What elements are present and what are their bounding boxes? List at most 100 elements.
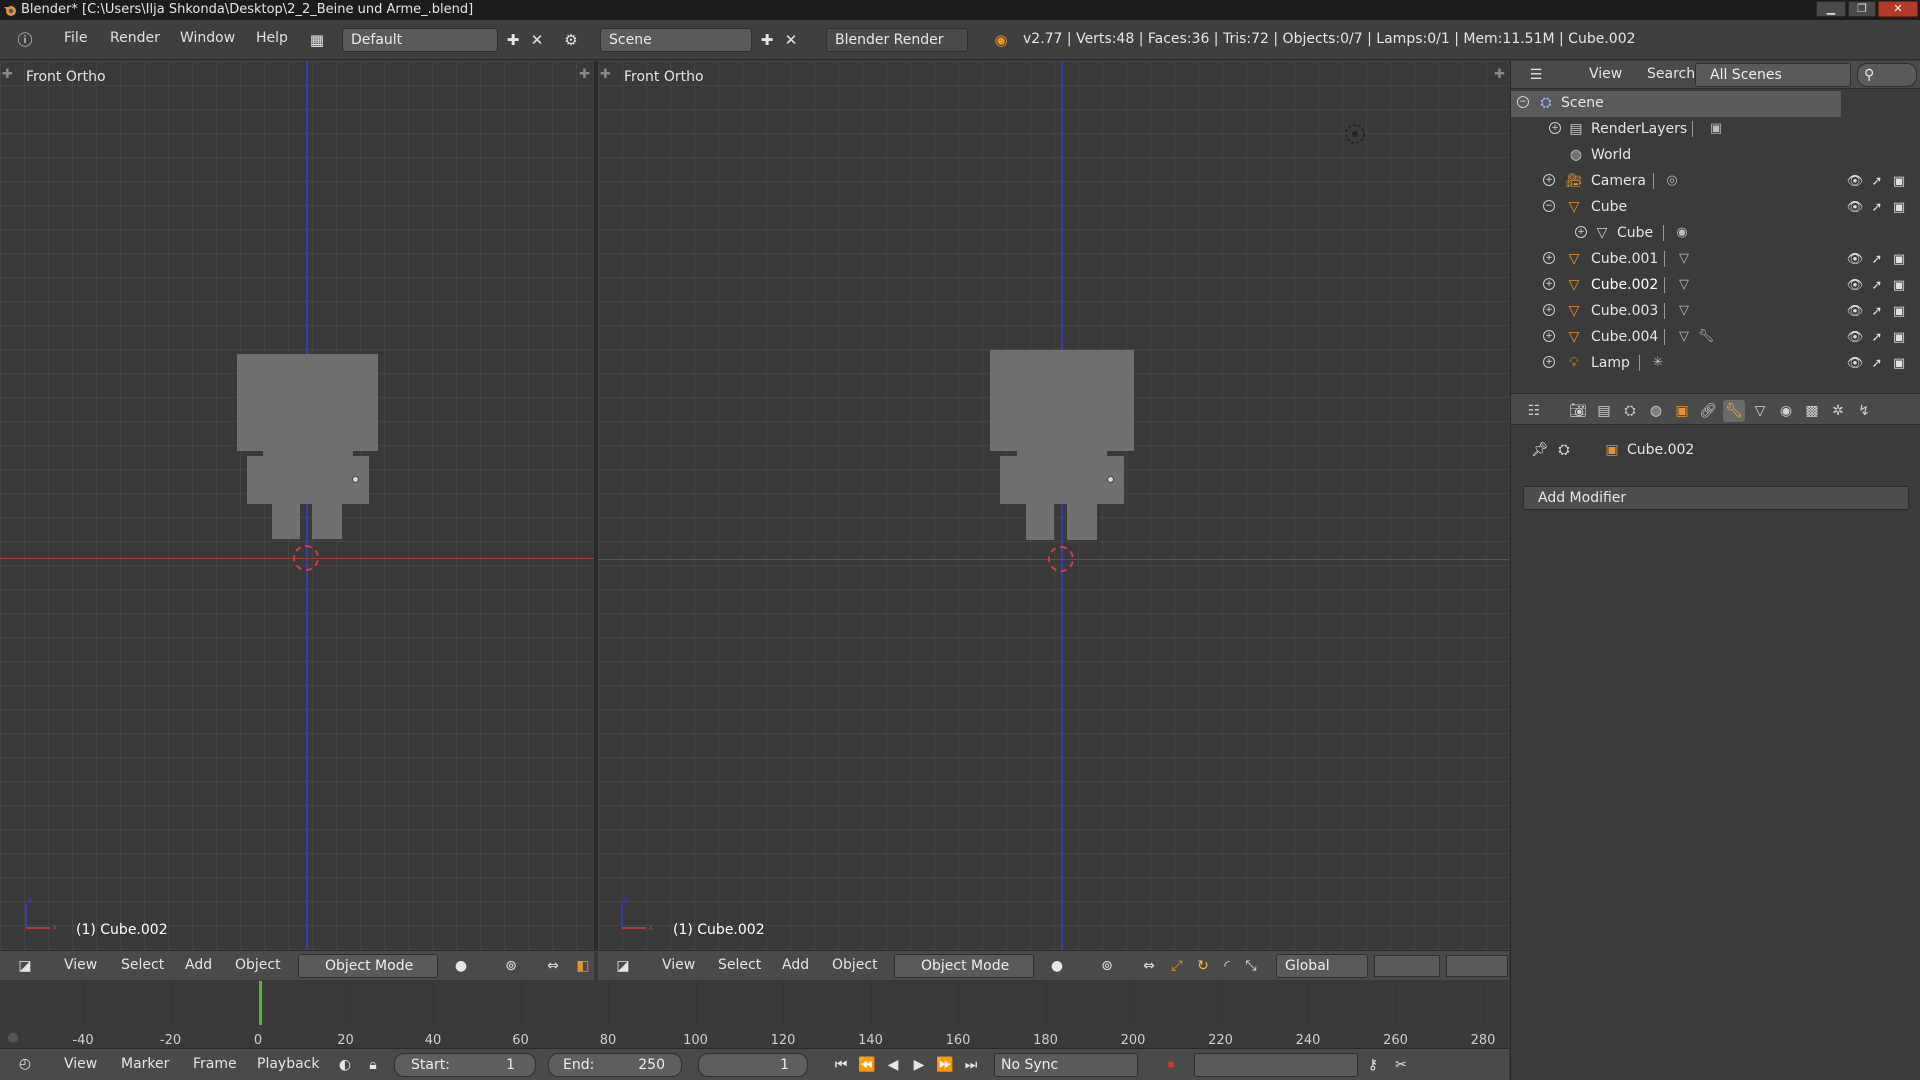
- render-engine-dropdown[interactable]: Blender Render: [826, 28, 968, 52]
- texture-tab-icon[interactable]: ▩: [1801, 400, 1823, 422]
- menu-file[interactable]: File: [64, 30, 87, 46]
- modifiers-tab-icon[interactable]: 🔧︎: [1723, 400, 1745, 422]
- outliner-search-field[interactable]: ⚲: [1857, 63, 1917, 87]
- outliner-item-camera[interactable]: + 🎥︎ Camera ◎: [1511, 169, 1841, 195]
- menu-view[interactable]: View: [64, 1056, 97, 1072]
- menu-view[interactable]: View: [64, 957, 97, 973]
- pivot-point-icon[interactable]: ⊚: [1096, 955, 1118, 977]
- outliner-item-world[interactable]: ◍ World: [1511, 143, 1841, 169]
- menu-search[interactable]: Search: [1647, 66, 1695, 82]
- menu-render[interactable]: Render: [110, 30, 160, 46]
- menu-object[interactable]: Object: [235, 957, 281, 973]
- outliner-item-cube-002[interactable]: + ▽ Cube.002 ▽: [1511, 273, 1841, 299]
- corner-expand-icon[interactable]: ✚: [579, 67, 590, 82]
- outliner-item-cube-004[interactable]: + ▽ Cube.004 ▽ 🔧︎: [1511, 325, 1841, 351]
- renderlayers-tab-icon[interactable]: ▤: [1593, 400, 1615, 422]
- end-frame-field[interactable]: End: 250: [548, 1053, 682, 1077]
- cursor-select-icon[interactable]: ➚: [1867, 250, 1887, 270]
- corner-expand-icon[interactable]: ✚: [600, 67, 611, 82]
- cursor-select-icon[interactable]: ➚: [1867, 198, 1887, 218]
- leg-left-block[interactable]: [1026, 504, 1054, 540]
- expand-icon[interactable]: +: [1543, 252, 1555, 264]
- record-icon[interactable]: ⏺: [1160, 1054, 1182, 1076]
- current-frame-field[interactable]: 1: [698, 1053, 808, 1077]
- head-block[interactable]: [237, 354, 378, 451]
- corner-expand-icon[interactable]: ✚: [2, 67, 13, 82]
- menu-select[interactable]: Select: [718, 957, 761, 973]
- outliner-item-scene[interactable]: − ⛭ Scene: [1511, 91, 1841, 117]
- expand-icon[interactable]: +: [1543, 278, 1555, 290]
- neck-block[interactable]: [1017, 451, 1107, 461]
- layer-toggle-icon[interactable]: ◧: [572, 955, 594, 977]
- screen-layout-field[interactable]: Default: [342, 28, 498, 52]
- layers-grid-b[interactable]: [1446, 955, 1508, 977]
- expand-icon[interactable]: +: [1543, 304, 1555, 316]
- eye-icon[interactable]: 👁︎: [1845, 354, 1865, 374]
- neck-block[interactable]: [263, 451, 353, 461]
- menu-select[interactable]: Select: [121, 957, 164, 973]
- collapse-icon[interactable]: −: [1543, 200, 1555, 212]
- render-toggle-icon[interactable]: ▣: [1889, 354, 1909, 374]
- render-toggle-icon[interactable]: ▣: [1889, 250, 1909, 270]
- manipulator-icon[interactable]: ⇔: [1138, 955, 1160, 977]
- viewport-shading-icon[interactable]: ●: [450, 955, 472, 977]
- scene-field[interactable]: Scene: [600, 28, 752, 52]
- timeline-editor[interactable]: -40 -20 0 20 40 60 80 100 120 140 160 180 200 220 240 2…: [0, 981, 1509, 1048]
- material-tab-icon[interactable]: ◉: [1775, 400, 1797, 422]
- viewport-left[interactable]: Front Ortho ✚ ✚ z x (1) Cube.002: [0, 61, 594, 950]
- expand-icon[interactable]: +: [1543, 356, 1555, 368]
- custom-manipulator-icon[interactable]: ⤡: [1240, 955, 1262, 977]
- collapse-icon[interactable]: −: [1517, 96, 1529, 108]
- cursor-select-icon[interactable]: ➚: [1867, 354, 1887, 374]
- delete-scene-icon[interactable]: ✕: [780, 29, 802, 51]
- start-frame-field[interactable]: Start: 1: [394, 1053, 536, 1077]
- eye-icon[interactable]: 👁︎: [1845, 172, 1865, 192]
- delete-keyframe-icon[interactable]: ✂: [1390, 1054, 1412, 1076]
- eye-icon[interactable]: 👁︎: [1845, 250, 1865, 270]
- timeline-scroll-dot[interactable]: [8, 1033, 18, 1043]
- lock-icon[interactable]: 🔒︎: [362, 1054, 384, 1076]
- pivot-point-icon[interactable]: ⊚: [500, 955, 522, 977]
- editor-type-icon[interactable]: ☰: [1525, 64, 1547, 86]
- outliner-item-cube-003[interactable]: + ▽ Cube.003 ▽: [1511, 299, 1841, 325]
- menu-frame[interactable]: Frame: [193, 1056, 237, 1072]
- render-toggle-icon[interactable]: ▣: [1889, 198, 1909, 218]
- outliner-item-renderlayers[interactable]: + ▤ RenderLayers ▣: [1511, 117, 1841, 143]
- scene-tab-icon[interactable]: ⛭: [1619, 400, 1641, 422]
- transform-orientation-dropdown[interactable]: Global: [1276, 954, 1368, 978]
- cursor-select-icon[interactable]: ➚: [1867, 276, 1887, 296]
- menu-view[interactable]: View: [662, 957, 695, 973]
- cursor-select-icon[interactable]: ➚: [1867, 172, 1887, 192]
- outliner-item-cube-mesh[interactable]: + ▽ Cube ◉: [1511, 221, 1841, 247]
- editor-type-icon[interactable]: ◪: [612, 955, 634, 977]
- menu-marker[interactable]: Marker: [121, 1056, 169, 1072]
- translate-manipulator-icon[interactable]: ⤢: [1166, 955, 1188, 977]
- leg-left-block[interactable]: [272, 504, 300, 539]
- scale-manipulator-icon[interactable]: ◜: [1216, 955, 1238, 977]
- leg-right-block[interactable]: [312, 504, 342, 539]
- particles-tab-icon[interactable]: ✲: [1827, 400, 1849, 422]
- outliner-item-lamp[interactable]: + 💡︎ Lamp ✳: [1511, 351, 1841, 377]
- menu-object[interactable]: Object: [832, 957, 878, 973]
- outliner-item-cube-001[interactable]: + ▽ Cube.001 ▽: [1511, 247, 1841, 273]
- lamp-icon[interactable]: [1342, 121, 1368, 147]
- add-layout-icon[interactable]: ✚: [502, 29, 524, 51]
- leg-right-block[interactable]: [1067, 504, 1097, 540]
- insert-keyframe-icon[interactable]: ⚷: [1362, 1054, 1384, 1076]
- play-icon[interactable]: ▶: [908, 1054, 930, 1076]
- torso-block[interactable]: [247, 456, 369, 504]
- jump-start-icon[interactable]: ⏮: [830, 1054, 852, 1076]
- keying-set-field[interactable]: [1194, 1053, 1358, 1077]
- scene-selector-icon[interactable]: ⚙: [560, 29, 582, 51]
- menu-add[interactable]: Add: [782, 957, 809, 973]
- pin-icon[interactable]: 📌︎: [1529, 439, 1551, 461]
- cursor-select-icon[interactable]: ➚: [1867, 302, 1887, 322]
- head-block[interactable]: [990, 350, 1134, 451]
- cursor-select-icon[interactable]: ➚: [1867, 328, 1887, 348]
- render-toggle-icon[interactable]: ▣: [1889, 328, 1909, 348]
- menu-window[interactable]: Window: [180, 30, 235, 46]
- render-tab-icon[interactable]: 📷︎: [1567, 400, 1589, 422]
- render-toggle-icon[interactable]: ▣: [1889, 302, 1909, 322]
- screen-layout-icon[interactable]: ▦: [306, 29, 328, 51]
- viewport-shading-icon[interactable]: ●: [1046, 955, 1068, 977]
